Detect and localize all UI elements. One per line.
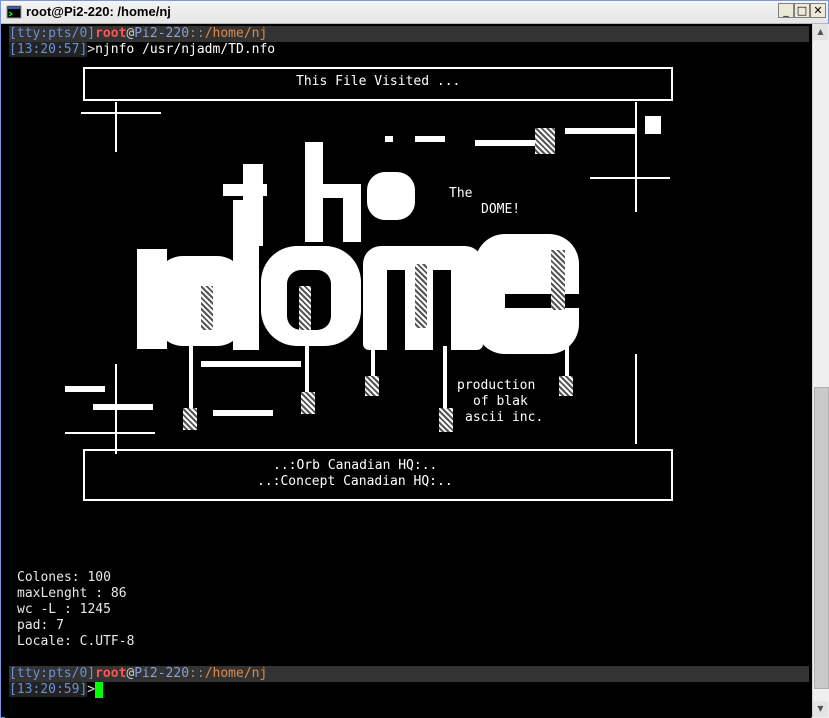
prompt-arrow: > (87, 682, 96, 697)
current-path: /home/nj (204, 26, 268, 41)
timestamp: [13:20:59] (9, 682, 88, 697)
drip (443, 346, 447, 410)
path-separator: :: (189, 666, 205, 681)
path-separator: :: (189, 26, 205, 41)
header-text: This File Visited ... (296, 74, 461, 89)
user-name: root (95, 666, 127, 681)
scroll-up-icon[interactable]: ▲ (813, 24, 828, 40)
crosshair-left-h2 (65, 432, 155, 434)
close-button[interactable]: ✕ (810, 3, 826, 18)
crosshair-right-v2 (635, 354, 637, 444)
crosshair-right-v (635, 102, 637, 212)
drip-end (439, 408, 453, 432)
stat-wc: wc -L : 1245 (17, 602, 111, 617)
drip-end (559, 376, 573, 396)
footer-line-1: ..:Orb Canadian HQ:.. (273, 458, 438, 473)
drip-end (183, 408, 197, 430)
tty-label: [tty:pts/0] (9, 26, 96, 41)
art-dither (299, 286, 311, 330)
current-path: /home/nj (204, 666, 268, 681)
art-dash (385, 136, 393, 142)
host-name: Pi2-220 (134, 26, 190, 41)
dome-e-notch (505, 294, 579, 308)
vertical-scrollbar[interactable]: ▲ ▼ (812, 24, 829, 718)
art-block (645, 116, 661, 134)
tty-label: [tty:pts/0] (9, 666, 96, 681)
drip-end (365, 376, 379, 396)
production-line-3: ascii inc. (465, 410, 544, 425)
crosshair-right-h (590, 177, 670, 179)
prompt-line: [tty:pts/0]root@Pi2-220::/home/nj (9, 26, 809, 42)
scrollbar-thumb[interactable] (814, 387, 829, 689)
drip (189, 346, 193, 410)
stat-locale: Locale: C.UTF-8 (17, 634, 135, 649)
stat-maxlenght: maxLenght : 86 (17, 586, 127, 601)
stat-pad: pad: 7 (17, 618, 64, 633)
command-line: [13:20:57]>njnfo /usr/njadm/TD.nfo (9, 42, 275, 58)
timestamp: [13:20:57] (9, 42, 88, 57)
close-icon: ✕ (813, 4, 823, 17)
art-dash (65, 386, 105, 392)
title-bar[interactable]: root@Pi2-220: /home/nj _ □ ✕ (1, 1, 828, 24)
art-dither (201, 286, 213, 330)
text-cursor (95, 682, 104, 698)
drip-end (301, 392, 315, 414)
art-dash (213, 410, 273, 416)
production-line-1: production (457, 378, 536, 393)
art-dither (415, 264, 427, 328)
crosshair-left-v (115, 102, 117, 152)
host-name: Pi2-220 (134, 666, 190, 681)
user-name: root (95, 26, 127, 41)
footer-line-2: ..:Concept Canadian HQ:.. (257, 474, 453, 489)
input-line[interactable]: [13:20:59]> (9, 682, 104, 698)
maximize-icon: □ (796, 4, 808, 17)
drip (305, 346, 309, 394)
art-underline (201, 361, 301, 367)
terminal-app-icon (6, 5, 22, 19)
drip (371, 346, 375, 376)
maximize-button[interactable]: □ (794, 3, 810, 18)
the-t-bar (223, 184, 267, 196)
prompt-arrow: > (87, 42, 96, 57)
scroll-down-icon[interactable]: ▼ (813, 701, 828, 717)
art-dither (535, 128, 555, 154)
art-dash (415, 136, 445, 142)
art-dash (565, 128, 635, 134)
dome-d-bowl (155, 256, 245, 346)
dome-m-gap (433, 270, 451, 350)
prompt-line: [tty:pts/0]root@Pi2-220::/home/nj (9, 666, 809, 682)
command-text: njnfo /usr/njadm/TD.nfo (95, 42, 276, 57)
crosshair-left-h (81, 112, 161, 114)
window-title: root@Pi2-220: /home/nj (26, 4, 171, 19)
crosshair-left-v2 (115, 364, 117, 454)
terminal-output[interactable]: [tty:pts/0]root@Pi2-220::/home/nj [13:20… (5, 24, 811, 718)
production-line-2: of blak (473, 394, 528, 409)
art-dither (551, 250, 565, 310)
terminal-window: root@Pi2-220: /home/nj _ □ ✕ [tty:pts/0]… (0, 0, 829, 718)
stat-colones: Colones: 100 (17, 570, 111, 585)
the-h-leg (343, 184, 361, 242)
the-label: The (449, 186, 473, 201)
dome-d-stem (233, 200, 259, 350)
minimize-icon: _ (783, 4, 789, 17)
dome-m-gap (387, 270, 405, 350)
art-dash (93, 404, 153, 410)
minimize-button[interactable]: _ (778, 3, 794, 18)
the-e (367, 172, 415, 220)
dome-label: DOME! (481, 202, 521, 217)
drip (565, 346, 569, 376)
